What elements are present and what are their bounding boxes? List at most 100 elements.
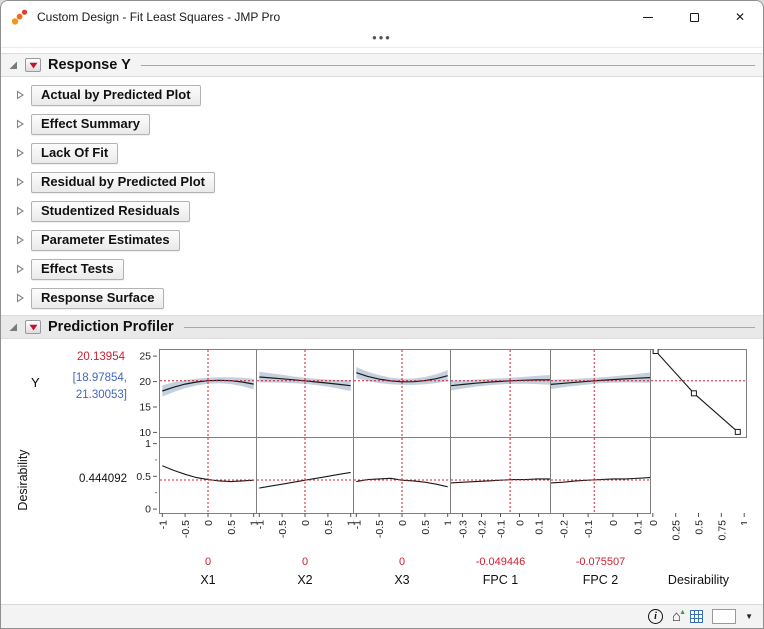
factor-current-value[interactable]: 0 [353, 556, 451, 571]
close-button[interactable]: ✕ [717, 1, 763, 33]
factor-name: FPC 1 [482, 573, 519, 587]
disclosure-closed-icon[interactable] [14, 293, 26, 303]
header-rule [140, 64, 755, 66]
profiler-column-fpc-2: -0.2 -0.1 0 0.1 -0.075507 FPC 2 [550, 349, 651, 587]
collapsed-sections: Actual by Predicted Plot Effect Summary La… [1, 84, 763, 309]
factor-current-value[interactable]: 0 [256, 556, 354, 571]
red-triangle-menu-button[interactable] [25, 58, 41, 72]
svg-text:0: 0 [300, 520, 312, 526]
home-window-icon[interactable]: ⌂ ▲ [672, 609, 686, 624]
section-row-parameter-estimates: Parameter Estimates [14, 229, 763, 251]
disclosure-closed-icon[interactable] [14, 235, 26, 245]
profiler-plot-fpc-2[interactable]: -0.2 -0.1 0 0.1 [550, 349, 651, 553]
section-row-effect-summary: Effect Summary [14, 113, 763, 135]
desirability-value: 0.444092 [79, 473, 127, 485]
section-row-lack-of-fit: Lack Of Fit [14, 142, 763, 164]
red-triangle-icon [29, 324, 37, 330]
svg-text:0: 0 [650, 520, 660, 526]
section-header-button-effect-tests[interactable]: Effect Tests [31, 258, 124, 280]
factor-name: X3 [394, 573, 410, 587]
profiler-plot-fpc-1[interactable]: -0.3 -0.2 -0.1 0 0.1 [450, 349, 551, 553]
section-header-button-actual-by-predicted-plot[interactable]: Actual by Predicted Plot [31, 84, 201, 106]
section-header-button-effect-summary[interactable]: Effect Summary [31, 113, 150, 135]
grid-icon[interactable] [690, 610, 704, 623]
svg-text:1: 1 [145, 438, 151, 450]
svg-text:0.1: 0.1 [633, 520, 645, 535]
window-controls: ✕ [625, 1, 763, 33]
svg-text:0: 0 [515, 520, 527, 526]
minimize-button[interactable] [625, 1, 671, 33]
factor-current-value[interactable]: 0 [159, 556, 257, 571]
svg-text:0.5: 0.5 [420, 520, 432, 535]
prediction-profiler-body: 20.13954 Y [18.97854, 21.30053] Desirabi… [1, 339, 763, 604]
confidence-interval-high: 21.30053] [75, 389, 127, 401]
svg-text:0: 0 [145, 504, 151, 513]
section-prediction-profiler: Prediction Profiler [1, 315, 763, 339]
svg-text:-1: -1 [159, 520, 169, 529]
toolbar-collapse-dots[interactable]: ••• [1, 31, 763, 48]
info-icon[interactable]: i [648, 609, 664, 624]
profiler-column-x1: -1-0.500.510X1 [159, 349, 257, 587]
svg-text:-0.2: -0.2 [477, 520, 489, 538]
factor-name: Desirability [667, 573, 730, 587]
svg-text:10: 10 [139, 427, 151, 439]
response-axis-label: Y [31, 375, 40, 390]
desirability-axis-label: Desirability [16, 449, 30, 511]
maximize-icon [689, 12, 699, 22]
window-title: Custom Design - Fit Least Squares - JMP … [37, 10, 281, 24]
section-header-button-parameter-estimates[interactable]: Parameter Estimates [31, 229, 180, 251]
section-row-residual-by-predicted-plot: Residual by Predicted Plot [14, 171, 763, 193]
disclosure-closed-icon[interactable] [14, 177, 26, 187]
disclosure-closed-icon[interactable] [14, 206, 26, 216]
section-row-effect-tests: Effect Tests [14, 258, 763, 280]
minimize-icon [643, 16, 653, 18]
display-option-box[interactable] [712, 609, 737, 624]
svg-text:0.5: 0.5 [136, 471, 151, 483]
profiler-plot-x2[interactable]: -1-0.500.51 [256, 349, 354, 553]
svg-text:-0.2: -0.2 [558, 520, 570, 538]
dropdown-caret-icon[interactable]: ▼ [745, 612, 753, 621]
disclosure-closed-icon[interactable] [14, 264, 26, 274]
maximize-button[interactable] [671, 1, 717, 33]
disclosure-closed-icon[interactable] [14, 90, 26, 100]
profiler-column-x2: -1-0.500.510X2 [256, 349, 354, 587]
section-row-response-surface: Response Surface [14, 287, 763, 309]
svg-text:0.75: 0.75 [716, 520, 728, 541]
profiler-plot-desirability[interactable]: 0 0.25 0.5 0.75 1 [650, 349, 747, 553]
factor-current-value[interactable] [650, 556, 747, 571]
profiler-columns: -1-0.500.510X1-1-0.500.510X2-1-0.500.510… [159, 349, 747, 587]
jmp-window: Custom Design - Fit Least Squares - JMP … [0, 0, 764, 629]
factor-current-value[interactable]: -0.075507 [550, 556, 651, 571]
svg-text:-0.5: -0.5 [374, 520, 386, 538]
close-icon: ✕ [734, 10, 746, 24]
profiler-plot-x3[interactable]: -1-0.500.51 [353, 349, 451, 553]
svg-text:-0.3: -0.3 [457, 520, 469, 538]
svg-text:0.5: 0.5 [226, 520, 238, 535]
svg-text:-0.1: -0.1 [496, 520, 508, 538]
disclosure-closed-icon[interactable] [14, 148, 26, 158]
disclosure-open-icon[interactable] [7, 60, 19, 70]
section-header-button-studentized-residuals[interactable]: Studentized Residuals [31, 200, 190, 222]
profiler-plot-x1[interactable]: -1-0.500.51 [159, 349, 257, 553]
section-header-button-response-surface[interactable]: Response Surface [31, 287, 165, 309]
svg-text:0.25: 0.25 [671, 520, 683, 541]
up-arrow-icon: ▲ [679, 609, 687, 616]
section-header-button-residual-by-predicted-plot[interactable]: Residual by Predicted Plot [31, 171, 215, 193]
predicted-value: 20.13954 [77, 351, 125, 363]
red-triangle-menu-button[interactable] [25, 320, 41, 334]
disclosure-open-icon[interactable] [7, 322, 19, 332]
jmp-app-icon [11, 8, 29, 26]
section-title[interactable]: Prediction Profiler [48, 319, 174, 335]
svg-text:25: 25 [139, 351, 151, 363]
disclosure-closed-icon[interactable] [14, 119, 26, 129]
factor-name: X2 [297, 573, 313, 587]
section-title[interactable]: Response Y [48, 57, 131, 73]
report-content: Response Y Actual by Predicted Plot Effec… [1, 48, 763, 604]
header-rule [183, 326, 755, 328]
profiler-y-axis: 25 20 15 10 1 0.5 0 [127, 349, 157, 518]
factor-current-value[interactable]: -0.049446 [450, 556, 551, 571]
svg-text:0: 0 [203, 520, 215, 526]
profiler-column-desirability: 0 0.25 0.5 0.75 1 Desirability [650, 349, 747, 587]
section-header-button-lack-of-fit[interactable]: Lack Of Fit [31, 142, 119, 164]
profiler-column-x3: -1-0.500.51 0 X3 [353, 349, 451, 587]
